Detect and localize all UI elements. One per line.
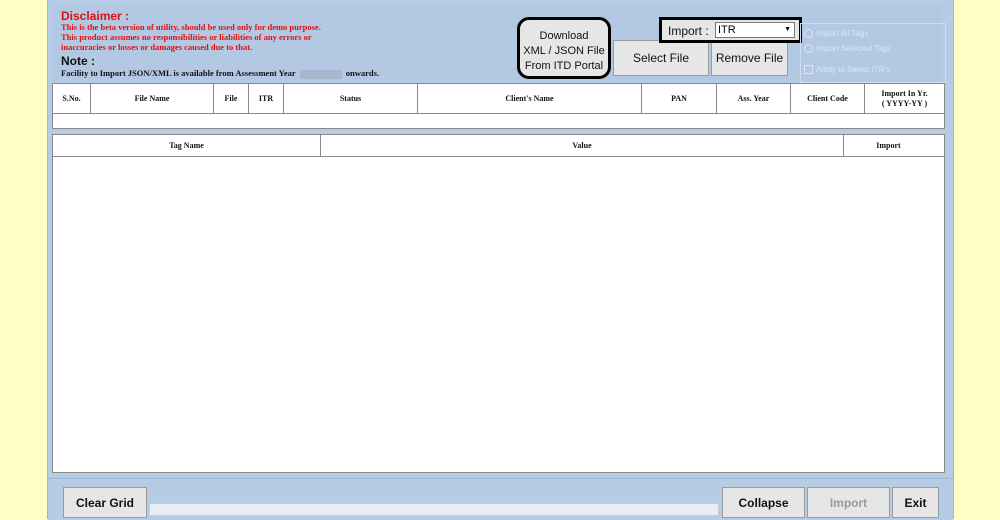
note-title: Note : — [61, 54, 95, 68]
download-line: Download — [539, 30, 589, 42]
column-header[interactable]: Status — [284, 84, 418, 113]
column-header[interactable]: Tag Name — [53, 135, 321, 156]
disclaimer-line: inaccuracies or losses or damages caused… — [61, 42, 253, 52]
select-file-button[interactable]: Select File — [613, 40, 709, 76]
import-options-panel: Import All Tags Import Selected Tags App… — [800, 23, 946, 83]
import-dropdown[interactable]: ITR ▼ — [715, 22, 795, 38]
footer-bar: Clear Grid Collapse Import Exit — [48, 478, 953, 520]
download-portal-button[interactable]: Download XML / JSON File From ITD Portal — [517, 17, 611, 79]
column-header[interactable]: PAN — [642, 84, 717, 113]
tags-grid-header: Tag Name Value Import — [53, 135, 944, 157]
column-header[interactable]: S.No. — [53, 84, 91, 113]
option-label: Import Selected Tags — [816, 44, 892, 53]
import-selector: Import : ITR ▼ — [659, 17, 802, 43]
tags-grid[interactable]: Tag Name Value Import — [52, 134, 945, 473]
app-window: Disclaimer : This is the beta version of… — [47, 0, 954, 520]
import-label: Import : — [668, 24, 709, 38]
disclaimer-line: This product assumes no responsibilities… — [61, 32, 312, 42]
column-header[interactable]: Import In Yr. ( YYYY-YY ) — [865, 84, 944, 113]
download-line: XML / JSON File — [523, 45, 605, 57]
column-header[interactable]: ITR — [249, 84, 284, 113]
import-selected-tags-option[interactable]: Import Selected Tags — [804, 44, 892, 54]
import-dropdown-value: ITR — [718, 24, 736, 36]
column-header[interactable]: Client's Name — [418, 84, 642, 113]
clear-grid-button[interactable]: Clear Grid — [63, 487, 147, 518]
download-line: From ITD Portal — [524, 60, 604, 72]
column-header[interactable]: File Name — [91, 84, 214, 113]
chevron-down-icon: ▼ — [784, 26, 791, 33]
option-label: Apply to Select ITR's — [816, 65, 890, 74]
column-header[interactable]: Value — [321, 135, 844, 156]
import-all-tags-option[interactable]: Import All Tags — [804, 29, 869, 39]
exit-button[interactable]: Exit — [892, 487, 939, 518]
checkbox-icon — [804, 65, 813, 75]
column-header[interactable]: Client Code — [791, 84, 865, 113]
column-header[interactable]: Import — [844, 135, 933, 156]
disclaimer-title: Disclaimer : — [61, 9, 130, 23]
option-label: Import All Tags — [816, 29, 869, 38]
radio-icon — [804, 29, 813, 39]
header-panel: Disclaimer : This is the beta version of… — [52, 5, 946, 83]
files-grid-header: S.No. File Name File ITR Status Client's… — [53, 84, 944, 114]
collapse-button[interactable]: Collapse — [722, 487, 805, 518]
progress-bar — [149, 503, 719, 516]
note-text-before: Facility to Import JSON/XML is available… — [61, 68, 296, 78]
remove-file-button[interactable]: Remove File — [711, 40, 788, 76]
note-text-after: onwards. — [345, 68, 380, 78]
redacted-year — [299, 69, 342, 79]
radio-icon — [804, 44, 813, 54]
files-grid[interactable]: S.No. File Name File ITR Status Client's… — [52, 83, 945, 129]
import-button[interactable]: Import — [807, 487, 890, 518]
apply-to-itr-checkbox[interactable]: Apply to Select ITR's — [804, 65, 890, 75]
note-text: Facility to Import JSON/XML is available… — [61, 68, 379, 79]
column-header[interactable]: Ass. Year — [717, 84, 791, 113]
column-header[interactable]: File — [214, 84, 249, 113]
disclaimer-line: This is the beta version of utility, sho… — [61, 22, 321, 32]
